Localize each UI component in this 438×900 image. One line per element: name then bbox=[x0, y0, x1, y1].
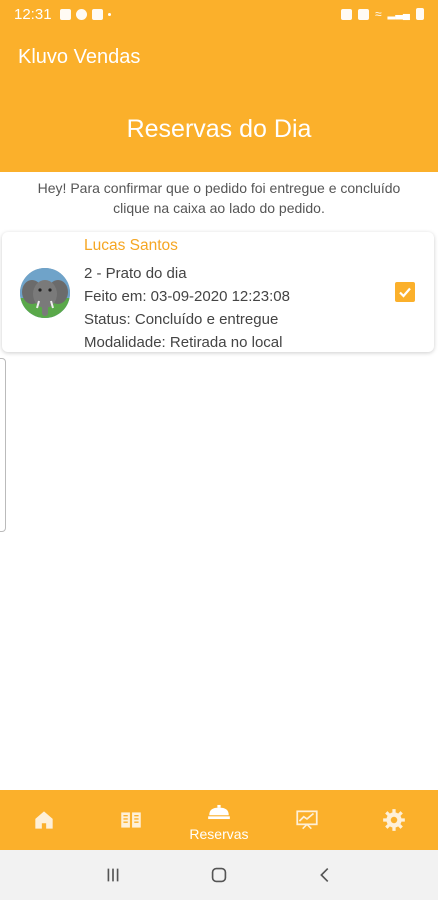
elephant-avatar-icon bbox=[20, 268, 70, 318]
order-details: Lucas Santos 2 - Prato do dia Feito em: … bbox=[84, 236, 290, 354]
status-time: 12:31 bbox=[14, 5, 52, 23]
instruction-line-2: clique na caixa ao lado do pedido. bbox=[113, 200, 325, 216]
signal-icon: ▂▃▄ bbox=[387, 8, 410, 20]
back-button[interactable] bbox=[305, 860, 345, 890]
checkmark-icon bbox=[399, 287, 411, 298]
alarm-icon bbox=[340, 8, 352, 20]
back-icon bbox=[320, 867, 329, 883]
app-bar: Kluvo Vendas bbox=[0, 28, 438, 86]
nav-menu[interactable] bbox=[88, 790, 176, 850]
page-header: Reservas do Dia bbox=[0, 86, 438, 172]
nav-home[interactable] bbox=[0, 790, 88, 850]
page-title: Reservas do Dia bbox=[126, 114, 312, 143]
more-dot-icon bbox=[107, 12, 111, 16]
gallery-icon bbox=[59, 8, 71, 20]
order-item: 2 - Prato do dia bbox=[84, 265, 187, 282]
order-status: Status: Concluído e entregue bbox=[84, 311, 279, 328]
home-circle-icon bbox=[211, 867, 227, 883]
bottom-nav: Reservas bbox=[0, 790, 438, 850]
order-mode: Modalidade: Retirada no local bbox=[84, 334, 283, 351]
order-done-checkbox[interactable] bbox=[395, 282, 415, 302]
nav-reservas-label: Reservas bbox=[189, 825, 249, 842]
nav-reports[interactable] bbox=[263, 790, 351, 850]
app-title: Kluvo Vendas bbox=[18, 45, 141, 68]
home-icon bbox=[35, 811, 53, 829]
avatar bbox=[20, 268, 70, 318]
gear-icon bbox=[383, 809, 406, 831]
notification-icons bbox=[59, 8, 111, 20]
side-panel-edge[interactable] bbox=[0, 358, 6, 532]
battery-icon bbox=[416, 8, 424, 20]
recent-apps-icon bbox=[107, 868, 119, 882]
notification-icon bbox=[75, 8, 87, 20]
order-card[interactable]: Lucas Santos 2 - Prato do dia Feito em: … bbox=[2, 232, 434, 352]
menu-book-icon bbox=[121, 812, 142, 828]
home-button[interactable] bbox=[199, 860, 239, 890]
order-created: Feito em: 03-09-2020 12:23:08 bbox=[84, 288, 290, 305]
reservations-icon bbox=[208, 804, 230, 819]
wifi-icon: ≈ bbox=[374, 7, 382, 21]
nfc-icon bbox=[357, 8, 369, 20]
system-icons: ≈ ▂▃▄ bbox=[340, 7, 424, 21]
status-bar: 12:31 ≈ ▂▃▄ bbox=[0, 0, 438, 28]
nav-reservas[interactable]: Reservas bbox=[175, 790, 263, 850]
system-nav-bar bbox=[0, 850, 438, 900]
recent-apps-button[interactable] bbox=[93, 860, 133, 890]
customer-name: Lucas Santos bbox=[84, 237, 178, 254]
chart-icon bbox=[295, 810, 318, 830]
robot-icon bbox=[91, 8, 103, 20]
nav-settings[interactable] bbox=[350, 790, 438, 850]
instruction-line-1: Hey! Para confirmar que o pedido foi ent… bbox=[37, 180, 401, 196]
instruction-text: Hey! Para confirmar que o pedido foi ent… bbox=[0, 178, 438, 218]
